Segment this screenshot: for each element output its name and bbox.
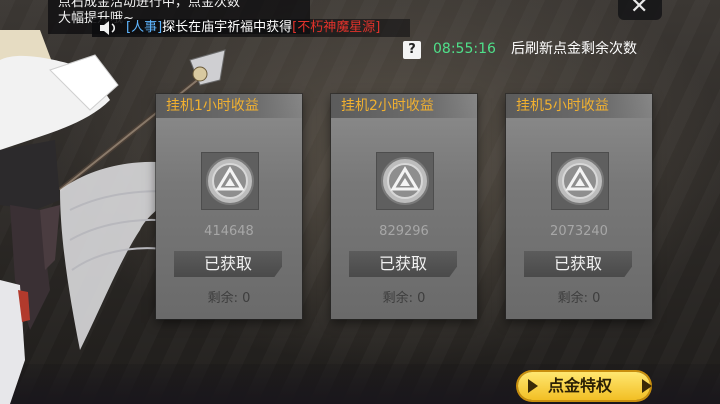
- card-title: 挂机5小时收益: [506, 94, 652, 118]
- coin-slot: [201, 152, 259, 210]
- card-title: 挂机2小时收益: [331, 94, 477, 118]
- reward-amount: 829296: [379, 224, 429, 239]
- broadcast-message: [人事]探长在庙宇祈福中获得[不朽神魔星源]: [126, 19, 380, 37]
- silver-coin-icon: [556, 157, 604, 205]
- close-button[interactable]: ✕: [618, 0, 662, 20]
- close-icon: ✕: [630, 0, 649, 19]
- broadcast-sender: [人事]: [126, 20, 163, 35]
- arrow-right-icon: [642, 379, 652, 393]
- obtained-button[interactable]: 已获取: [524, 251, 632, 277]
- speaker-icon: [100, 21, 116, 35]
- reward-amount: 2073240: [550, 224, 608, 239]
- remaining-count: 剩余: 0: [557, 291, 601, 306]
- refresh-timer: 08:55:16: [433, 41, 496, 57]
- broadcast-text: 探长在庙宇祈福中获得: [162, 20, 293, 35]
- idle-reward-card-5h: 挂机5小时收益 2073240 已获取 剩余: 0: [506, 94, 652, 319]
- refresh-timer-label: 后刷新点金剩余次数: [511, 41, 637, 57]
- gold-privilege-label: 点金特权: [548, 376, 613, 395]
- reward-amount: 414648: [204, 224, 254, 239]
- remaining-count: 剩余: 0: [382, 291, 426, 306]
- help-icon[interactable]: ?: [403, 41, 421, 59]
- broadcast-item: [不朽神魔星源]: [292, 20, 381, 35]
- character-illustration: [0, 30, 119, 404]
- notice-line-1: 点石成金活动进行中，点金次数: [58, 0, 241, 10]
- silver-coin-icon: [381, 157, 429, 205]
- arrow-right-icon: [528, 379, 538, 393]
- coin-slot: [376, 152, 434, 210]
- idle-reward-card-1h: 挂机1小时收益 414648 已获取 剩余: 0: [156, 94, 302, 319]
- obtained-button[interactable]: 已获取: [349, 251, 457, 277]
- idle-reward-card-2h: 挂机2小时收益 829296 已获取 剩余: 0: [331, 94, 477, 319]
- coin-slot: [551, 152, 609, 210]
- obtained-button[interactable]: 已获取: [174, 251, 282, 277]
- card-title: 挂机1小时收益: [156, 94, 302, 118]
- remaining-count: 剩余: 0: [207, 291, 251, 306]
- silver-coin-icon: [206, 157, 254, 205]
- gold-privilege-button[interactable]: 点金特权: [518, 372, 652, 400]
